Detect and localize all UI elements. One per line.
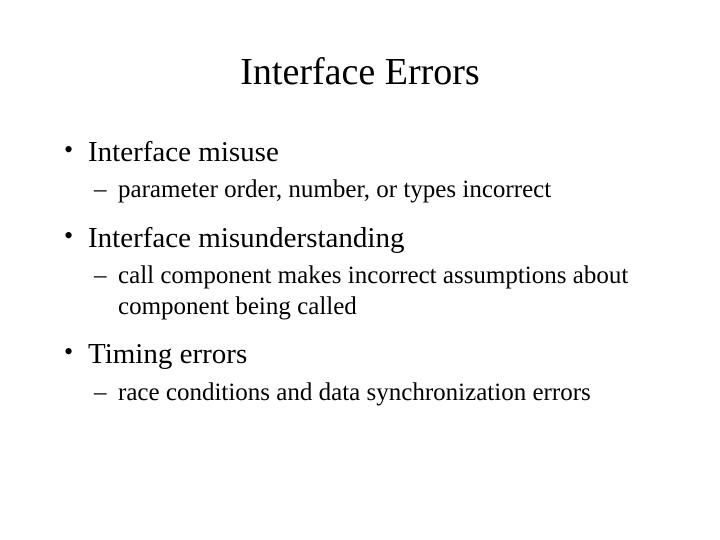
list-item-label: Interface misunderstanding <box>88 222 404 254</box>
list-item-label: parameter order, number, or types incorr… <box>118 176 551 203</box>
list-item-label: call component makes incorrect assumptio… <box>118 262 628 320</box>
sub-list: race conditions and data synchronization… <box>88 377 660 408</box>
list-item: call component makes incorrect assumptio… <box>88 260 660 323</box>
list-item: Interface misunderstanding call componen… <box>60 220 660 323</box>
sub-list: call component makes incorrect assumptio… <box>88 260 660 323</box>
list-item: parameter order, number, or types incorr… <box>88 174 660 205</box>
list-item: Timing errors race conditions and data s… <box>60 336 660 408</box>
sub-list: parameter order, number, or types incorr… <box>88 174 660 205</box>
slide-title: Interface Errors <box>60 50 660 94</box>
list-item: Interface misuse parameter order, number… <box>60 134 660 206</box>
list-item-label: Interface misuse <box>88 136 279 168</box>
bullet-list: Interface misuse parameter order, number… <box>60 134 660 408</box>
list-item-label: race conditions and data synchronization… <box>118 379 591 406</box>
list-item-label: Timing errors <box>88 338 247 370</box>
list-item: race conditions and data synchronization… <box>88 377 660 408</box>
slide: Interface Errors Interface misuse parame… <box>0 0 720 540</box>
